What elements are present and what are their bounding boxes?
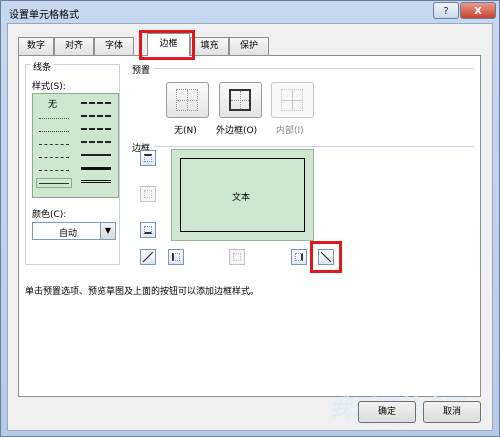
dialog-title: 设置单元格格式 (9, 10, 79, 21)
line-style-medium-dash-dot[interactable] (81, 128, 111, 130)
hint-text: 单击预置选项、预览草图及上面的按钮可以添加边框样式。 (25, 287, 260, 297)
preset-none-icon (176, 89, 198, 111)
tab-highlight-box (139, 30, 195, 60)
color-label: 颜色(C): (32, 210, 67, 220)
line-style-medium-dashed[interactable] (81, 141, 111, 143)
preset-outline-icon (229, 89, 251, 111)
border-inside-vertical-button[interactable] (229, 249, 245, 265)
cancel-button[interactable]: 取消 (423, 401, 481, 423)
presets-label: 预置 (132, 66, 151, 76)
preset-none-button[interactable] (166, 82, 209, 118)
tab-number[interactable]: 数字 (18, 37, 54, 55)
close-button[interactable]: X (460, 2, 496, 19)
color-value: 自动 (59, 229, 78, 239)
border-bottom-button[interactable] (140, 222, 156, 238)
tab-protection[interactable]: 保护 (229, 37, 269, 55)
border-top-button[interactable] (140, 150, 156, 166)
tab-fill[interactable]: 填充 (190, 37, 229, 55)
tab-alignment[interactable]: 对齐 (54, 37, 94, 55)
line-style-thick[interactable] (81, 167, 111, 170)
border-diagonal-up-button[interactable] (140, 249, 156, 265)
preset-inside-label: 内部(I) (276, 126, 304, 136)
dialog-body: 数字 对齐 字体 边框 填充 保护 线条 样式(S): 无 颜色(C): 自动 … (7, 23, 493, 431)
dialog-window: 设置单元格格式 ? X 数字 对齐 字体 边框 填充 保护 线条 样式(S): … (0, 0, 500, 437)
title-bar: 设置单元格格式 ? X (1, 1, 499, 23)
diagonal-highlight-box (310, 241, 342, 273)
line-style-dashed[interactable] (39, 170, 69, 171)
border-preview[interactable]: 文本 (171, 149, 314, 241)
border-right-button[interactable] (291, 249, 307, 265)
style-label: 样式(S): (32, 82, 66, 92)
line-style-slant-dash-dot[interactable] (81, 115, 111, 117)
line-group-label: 线条 (31, 60, 54, 73)
ok-button[interactable]: 确定 (358, 401, 416, 423)
selected-style-frame (36, 178, 72, 188)
help-button[interactable]: ? (433, 2, 459, 19)
line-style-dotted[interactable] (39, 131, 69, 132)
border-left-button[interactable] (168, 249, 184, 265)
preset-none-label: 无(N) (174, 126, 197, 136)
preview-text: 文本 (232, 193, 251, 203)
line-style-hair[interactable] (39, 118, 69, 119)
line-style-dash-dot[interactable] (39, 157, 69, 158)
preset-inside-icon (281, 89, 303, 111)
line-style-dash-dot-dot[interactable] (39, 144, 69, 145)
line-style-list[interactable]: 无 (32, 93, 119, 198)
line-style-none[interactable]: 无 (48, 97, 57, 110)
preset-inside-button[interactable] (271, 82, 314, 118)
line-style-medium[interactable] (81, 154, 111, 156)
color-dropdown-arrow[interactable]: ▼ (100, 222, 116, 240)
preset-outline-label: 外边框(O) (216, 126, 258, 136)
border-tab-panel: 线条 样式(S): 无 颜色(C): 自动 ▼ 预置 无(N) 外边框(O) 内… (18, 55, 481, 397)
tab-font[interactable]: 字体 (94, 37, 134, 55)
preview-cell-outline: 文本 (180, 158, 305, 232)
preset-outline-button[interactable] (219, 82, 262, 118)
border-separator (154, 146, 474, 147)
line-style-double[interactable] (81, 180, 111, 183)
presets-separator (154, 68, 474, 69)
diagonal-up-icon (142, 251, 154, 263)
border-inside-horizontal-button[interactable] (140, 186, 156, 202)
line-style-medium-dash-dot-dot[interactable] (81, 102, 111, 104)
